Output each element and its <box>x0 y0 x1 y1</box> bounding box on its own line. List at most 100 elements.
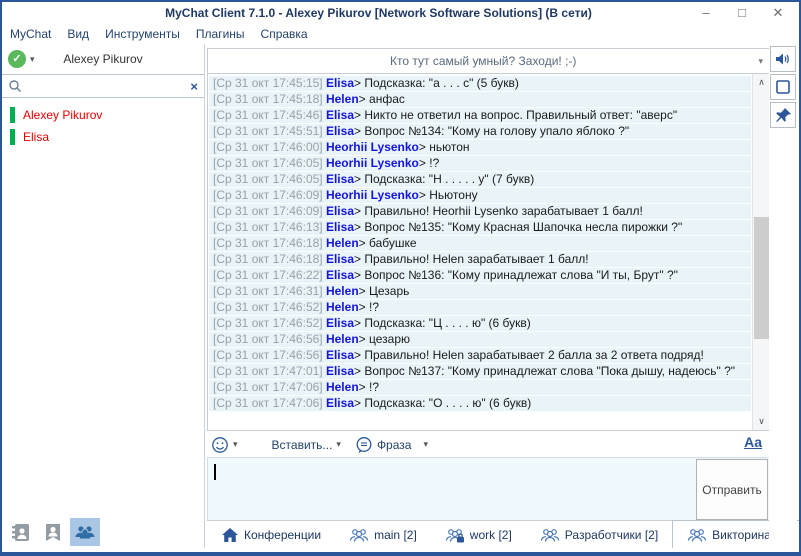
message-text: !? <box>369 300 379 314</box>
conference-tab-label: Разработчики [2] <box>565 528 658 542</box>
message-text: Правильно! Heorhii Lysenko зарабатывает … <box>364 204 643 218</box>
user-list-name: Elisa <box>23 130 49 144</box>
message-toolbar: ▾ Вставить... ▾ Фраза ▾ Aa <box>207 432 770 457</box>
conference-tabbar: Конференции main [2] work [2] <box>207 520 799 548</box>
message-username: Heorhii Lysenko <box>326 188 419 202</box>
close-button[interactable]: ✕ <box>767 5 789 21</box>
message-separator: > <box>419 140 426 154</box>
message-timestamp: [Ср 31 окт 17:46:18] <box>213 252 323 266</box>
send-button[interactable]: Отправить <box>696 459 768 520</box>
message-username: Elisa <box>326 268 354 282</box>
message-text: Никто не ответил на вопрос. Правильный о… <box>364 108 677 122</box>
message-username: Elisa <box>326 220 354 234</box>
message-text: Ньютону <box>429 188 477 202</box>
message-separator: > <box>354 252 361 266</box>
message-username: Elisa <box>326 204 354 218</box>
presence-bar-icon <box>10 107 15 123</box>
phrase-button[interactable]: Фраза ▾ <box>355 436 428 454</box>
conferences-button[interactable] <box>70 518 100 546</box>
scroll-down-icon[interactable]: ∨ <box>753 413 770 430</box>
chat-history-panel[interactable]: [Ср 31 окт 17:45:15] Elisa> Подсказка: "… <box>207 74 770 431</box>
conference-tab[interactable]: Конференции <box>207 522 335 548</box>
message-username: Helen <box>326 300 359 314</box>
smiley-icon <box>211 436 229 454</box>
profile-button[interactable] <box>38 518 68 546</box>
message-text: Правильно! Helen зарабатывает 1 балл! <box>364 252 588 266</box>
phrase-label: Фраза <box>377 438 412 452</box>
chat-message: [Ср 31 окт 17:46:13] Elisa> Вопрос №135:… <box>209 220 751 235</box>
menu-item[interactable]: MyChat <box>10 27 51 41</box>
message-separator: > <box>354 108 361 122</box>
message-separator: > <box>354 76 361 90</box>
chat-message: [Ср 31 окт 17:45:46] Elisa> Никто не отв… <box>209 108 751 123</box>
people-group-icon <box>349 527 369 543</box>
menu-item[interactable]: Вид <box>67 27 89 41</box>
chat-message: [Ср 31 окт 17:46:05] Elisa> Подсказка: "… <box>209 172 751 187</box>
message-timestamp: [Ср 31 окт 17:45:18] <box>213 92 323 106</box>
people-group-icon <box>73 520 97 544</box>
chat-message: [Ср 31 окт 17:45:18] Helen> анфас <box>209 92 751 107</box>
menu-item[interactable]: Справка <box>261 27 308 41</box>
contacts-book-button[interactable] <box>6 518 36 546</box>
menu-item[interactable]: Инструменты <box>105 27 180 41</box>
pin-button[interactable] <box>770 102 796 128</box>
status-dropdown-caret[interactable]: ▾ <box>30 54 35 65</box>
conference-tab-label: Конференции <box>244 528 321 542</box>
topic-dropdown-caret[interactable]: ▾ <box>758 56 769 67</box>
chat-message-list: [Ср 31 окт 17:45:15] Elisa> Подсказка: "… <box>209 76 751 428</box>
message-username: Elisa <box>326 172 354 186</box>
message-text: Подсказка: "а . . . с" (5 букв) <box>364 76 519 90</box>
conference-tab[interactable]: work [2] <box>431 522 526 548</box>
menu-item[interactable]: Плагины <box>196 27 245 41</box>
window-title: MyChat Client 7.1.0 - Alexey Pikurov [Ne… <box>2 6 695 20</box>
sound-button[interactable] <box>770 46 796 72</box>
message-text: ньютон <box>429 140 469 154</box>
user-list-item[interactable]: Alexey Pikurov <box>2 104 204 126</box>
message-timestamp: [Ср 31 окт 17:46:31] <box>213 284 323 298</box>
message-timestamp: [Ср 31 окт 17:45:51] <box>213 124 323 138</box>
chat-message: [Ср 31 окт 17:46:22] Elisa> Вопрос №136:… <box>209 268 751 283</box>
message-timestamp: [Ср 31 окт 17:46:05] <box>213 172 323 186</box>
message-username: Elisa <box>326 252 354 266</box>
scrollbar-thumb[interactable] <box>754 217 769 339</box>
search-clear-icon[interactable]: × <box>190 79 198 94</box>
phrase-dropdown-caret[interactable]: ▾ <box>423 439 428 450</box>
minimize-button[interactable]: – <box>695 5 717 21</box>
search-icon <box>8 79 22 93</box>
message-separator: > <box>359 284 366 298</box>
emoticon-dropdown-caret[interactable]: ▾ <box>233 439 238 450</box>
chat-message: [Ср 31 окт 17:45:15] Elisa> Подсказка: "… <box>209 76 751 91</box>
insert-button[interactable]: Вставить... ▾ <box>252 436 341 454</box>
insert-dropdown-caret[interactable]: ▾ <box>336 439 341 450</box>
message-separator: > <box>419 156 426 170</box>
message-username: Helen <box>326 236 359 250</box>
message-username: Helen <box>326 284 359 298</box>
panel-toggle-button[interactable] <box>770 74 796 100</box>
scroll-up-icon[interactable]: ∧ <box>753 74 770 91</box>
conference-tab[interactable]: main [2] <box>335 522 431 548</box>
chat-message: [Ср 31 окт 17:46:56] Helen> цезарю <box>209 332 751 347</box>
message-username: Helen <box>326 92 359 106</box>
window-controls: – □ ✕ <box>695 5 799 21</box>
topic-bar: Кто тут самый умный? Заходи! ;-) ▾ <box>207 48 770 74</box>
menubar: MyChat Вид Инструменты Плагины Справка <box>2 24 799 44</box>
message-timestamp: [Ср 31 окт 17:46:22] <box>213 268 323 282</box>
font-settings-button[interactable]: Aa <box>744 434 762 450</box>
chat-message: [Ср 31 окт 17:46:18] Helen> бабушке <box>209 236 751 251</box>
search-input[interactable] <box>26 79 186 93</box>
emoticon-button[interactable]: ▾ <box>211 436 238 454</box>
chat-scrollbar[interactable]: ∧ ∨ <box>752 74 769 430</box>
user-list-item[interactable]: Elisa <box>2 126 204 148</box>
conference-tab[interactable]: Разработчики [2] <box>526 522 672 548</box>
user-list: Alexey Pikurov Elisa <box>2 98 204 148</box>
online-status-icon[interactable]: ✓ <box>8 50 26 68</box>
sidebar: Alexey Pikurov ✓ ▾ × Alexey Pikurov Elis… <box>2 44 205 548</box>
message-text: Подсказка: "Ц . . . . ю" (6 букв) <box>364 316 530 330</box>
message-separator: > <box>359 236 366 250</box>
message-separator: > <box>359 332 366 346</box>
message-timestamp: [Ср 31 окт 17:47:01] <box>213 364 323 378</box>
right-panel <box>769 46 797 548</box>
message-input-area[interactable]: Отправить <box>207 457 770 522</box>
message-username: Elisa <box>326 124 354 138</box>
maximize-button[interactable]: □ <box>731 5 753 21</box>
